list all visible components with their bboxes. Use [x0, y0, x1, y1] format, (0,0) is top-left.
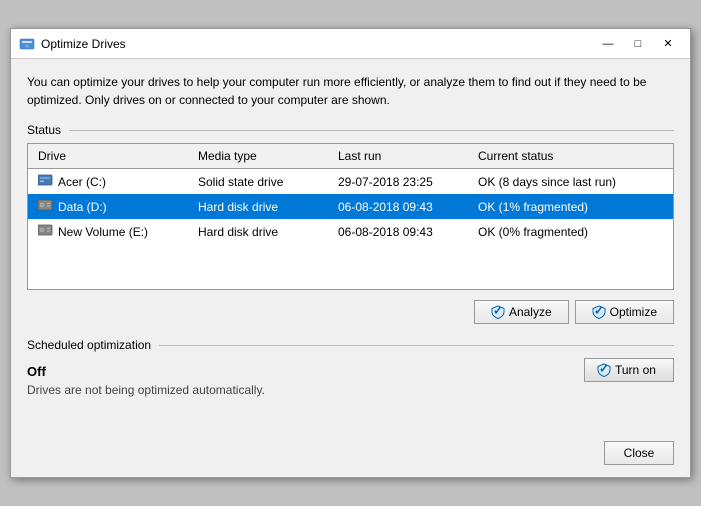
- drive-name: New Volume (E:): [58, 225, 148, 239]
- col-header-status: Current status: [474, 147, 667, 165]
- svg-text:✓: ✓: [594, 305, 604, 318]
- drives-table: Drive Media type Last run Current status…: [27, 143, 674, 290]
- scheduled-section-header: Scheduled optimization: [27, 338, 674, 352]
- status-cell: OK (8 days since last run): [474, 172, 667, 191]
- table-header: Drive Media type Last run Current status: [28, 144, 673, 169]
- ssd-icon: [38, 174, 54, 189]
- scheduled-section: Scheduled optimization Off Drives are no…: [27, 338, 674, 403]
- optimize-button[interactable]: ✓ Optimize: [575, 300, 674, 324]
- footer: Close: [11, 433, 690, 477]
- svg-text:✓: ✓: [599, 363, 609, 376]
- svg-text:✓: ✓: [493, 305, 503, 318]
- media-type-cell: Hard disk drive: [194, 222, 334, 241]
- drive-name: Data (D:): [58, 200, 107, 214]
- hdd-icon: [38, 224, 54, 239]
- optimize-drives-window: Optimize Drives — □ ✕ You can optimize y…: [10, 28, 691, 478]
- last-run-cell: 06-08-2018 09:43: [334, 197, 474, 216]
- media-type-cell: Solid state drive: [194, 172, 334, 191]
- scheduled-description: Drives are not being optimized automatic…: [27, 383, 265, 397]
- window-title: Optimize Drives: [41, 37, 594, 51]
- optimize-shield-icon: ✓: [592, 305, 606, 319]
- turn-on-shield-icon: ✓: [597, 363, 611, 377]
- status-cell: OK (0% fragmented): [474, 222, 667, 241]
- col-header-drive: Drive: [34, 147, 194, 165]
- table-body: Acer (C:) Solid state drive29-07-2018 23:…: [28, 169, 673, 289]
- scheduled-content: Off Drives are not being optimized autom…: [27, 358, 265, 403]
- analyze-shield-icon: ✓: [491, 305, 505, 319]
- maximize-button[interactable]: □: [624, 34, 652, 54]
- window-icon: [19, 36, 35, 52]
- hdd-icon: [38, 199, 54, 214]
- drive-cell: New Volume (E:): [34, 222, 194, 241]
- table-row[interactable]: New Volume (E:) Hard disk drive06-08-2018…: [28, 219, 673, 244]
- hdd-svg: [38, 199, 54, 211]
- scheduled-row: Off Drives are not being optimized autom…: [27, 358, 674, 403]
- drive-cell: Acer (C:): [34, 172, 194, 191]
- analyze-button[interactable]: ✓ Analyze: [474, 300, 569, 324]
- ssd-svg: [38, 174, 54, 186]
- title-bar: Optimize Drives — □ ✕: [11, 29, 690, 59]
- drive-cell: Data (D:): [34, 197, 194, 216]
- col-header-last-run: Last run: [334, 147, 474, 165]
- action-buttons: ✓ Analyze ✓ Optimize: [27, 300, 674, 324]
- title-bar-controls: — □ ✕: [594, 34, 682, 54]
- status-section-header: Status: [27, 123, 674, 137]
- status-cell: OK (1% fragmented): [474, 197, 667, 216]
- close-button[interactable]: Close: [604, 441, 674, 465]
- scheduled-status: Off: [27, 364, 265, 379]
- main-content: You can optimize your drives to help you…: [11, 59, 690, 433]
- last-run-cell: 29-07-2018 23:25: [334, 172, 474, 191]
- window-close-button[interactable]: ✕: [654, 34, 682, 54]
- minimize-button[interactable]: —: [594, 34, 622, 54]
- last-run-cell: 06-08-2018 09:43: [334, 222, 474, 241]
- hdd-svg: [38, 224, 54, 236]
- col-header-media-type: Media type: [194, 147, 334, 165]
- drive-name: Acer (C:): [58, 175, 106, 189]
- table-row[interactable]: Data (D:) Hard disk drive06-08-2018 09:43…: [28, 194, 673, 219]
- turn-on-button[interactable]: ✓ Turn on: [584, 358, 674, 382]
- media-type-cell: Hard disk drive: [194, 197, 334, 216]
- description-text: You can optimize your drives to help you…: [27, 73, 674, 109]
- table-row[interactable]: Acer (C:) Solid state drive29-07-2018 23:…: [28, 169, 673, 194]
